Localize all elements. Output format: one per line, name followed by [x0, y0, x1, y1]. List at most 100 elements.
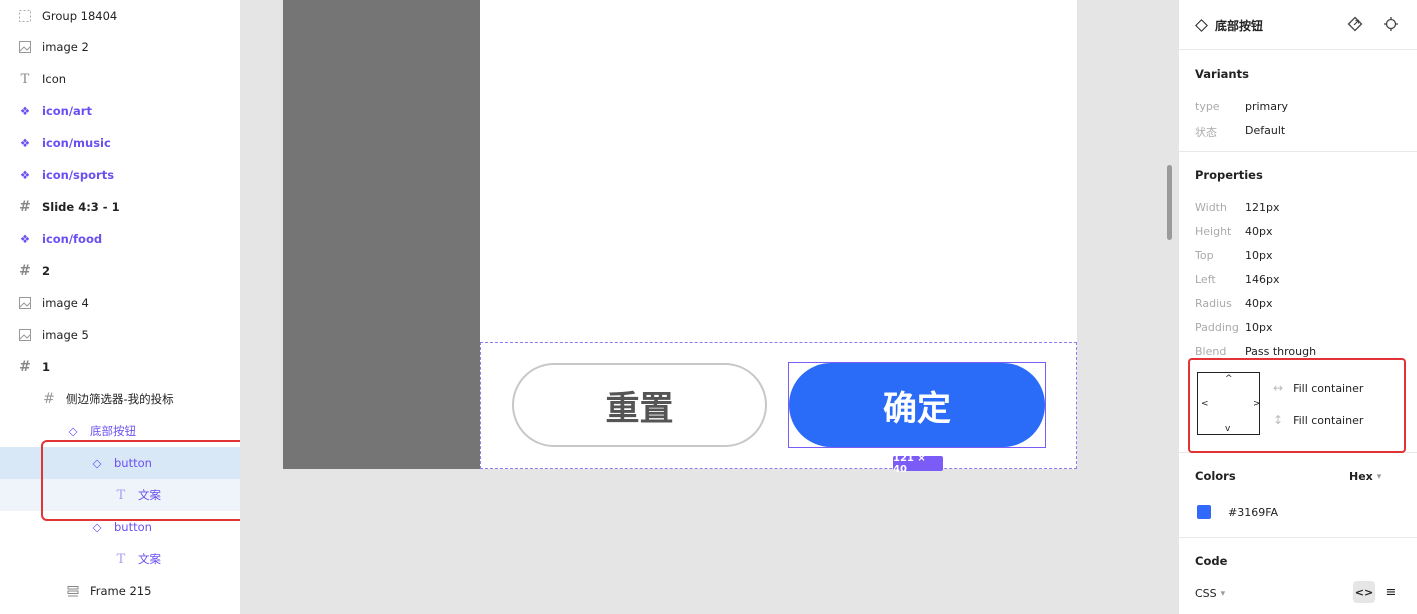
- go-to-main-component-icon[interactable]: [1347, 16, 1363, 32]
- property-key: Padding: [1195, 321, 1239, 334]
- layer-frame-215[interactable]: Frame 215: [0, 575, 240, 607]
- layer-slide[interactable]: # Slide 4:3 - 1: [0, 191, 240, 223]
- layer-label: icon/art: [42, 104, 92, 118]
- layout-highlight-annotation: [1188, 358, 1406, 453]
- layer-label: button: [114, 520, 152, 534]
- property-row: Padding 10px: [1195, 321, 1405, 334]
- divider: [1179, 151, 1417, 152]
- auto-layout-icon: [66, 584, 80, 598]
- layer-icon-music[interactable]: ❖ icon/music: [0, 127, 240, 159]
- property-row: Left 146px: [1195, 273, 1405, 286]
- property-row: Width 121px: [1195, 201, 1405, 214]
- property-row: Blend Pass through: [1195, 345, 1405, 358]
- chevron-down-icon: ▾: [1220, 588, 1226, 599]
- frame-icon: #: [19, 359, 31, 375]
- layer-label: 2: [42, 264, 51, 278]
- layer-label: Frame 215: [90, 584, 152, 598]
- code-title: Code: [1195, 554, 1228, 568]
- layer-button-selected[interactable]: ◇ button: [0, 447, 240, 479]
- variant-value: primary: [1245, 100, 1289, 113]
- text-icon: T: [116, 487, 126, 503]
- vertical-scrollbar[interactable]: [1167, 165, 1172, 240]
- layer-icon-text[interactable]: T Icon: [0, 63, 240, 95]
- image-icon: [18, 296, 32, 310]
- layer-image-5[interactable]: image 5: [0, 319, 240, 351]
- layer-label: image 4: [42, 296, 89, 310]
- property-value: 40px: [1245, 225, 1273, 238]
- layer-icon-sports[interactable]: ❖ icon/sports: [0, 159, 240, 191]
- size-badge: 121 × 40: [893, 453, 943, 475]
- component-icon: ❖: [19, 104, 31, 118]
- layer-button[interactable]: ◇ button: [0, 511, 240, 543]
- property-value: 40px: [1245, 297, 1273, 310]
- variant-row[interactable]: type primary: [1195, 100, 1405, 113]
- canvas-dark-panel: [283, 0, 480, 469]
- layer-frame-2[interactable]: # 2: [0, 255, 240, 287]
- component-icon: ❖: [19, 136, 31, 150]
- color-format-select[interactable]: Hex ▾: [1349, 470, 1381, 483]
- variant-value: Default: [1245, 124, 1286, 137]
- layer-label: 侧边筛选器-我的投标: [66, 392, 174, 406]
- property-key: Top: [1195, 249, 1214, 262]
- layer-label: image 5: [42, 328, 89, 342]
- property-key: Height: [1195, 225, 1232, 238]
- layer-label: Icon: [42, 72, 67, 86]
- image-icon: [18, 40, 32, 54]
- property-key: Radius: [1195, 297, 1232, 310]
- frame-icon: #: [43, 391, 55, 407]
- property-row: Radius 40px: [1195, 297, 1405, 310]
- component-icon: ❖: [19, 168, 31, 182]
- property-value: 121px: [1245, 201, 1280, 214]
- inspector-panel: 底部按钮 Variants type primary 状态 Default Pr…: [1178, 0, 1417, 614]
- layer-label: 文案: [138, 552, 161, 566]
- layer-frame-1[interactable]: # 1: [0, 351, 240, 383]
- layer-label: Group 18404: [42, 9, 118, 23]
- layer-label: Slide 4:3 - 1: [42, 200, 120, 214]
- variant-key: 状态: [1195, 126, 1217, 139]
- inspect-target-icon[interactable]: [1383, 16, 1399, 32]
- layer-side-filter[interactable]: # 侧边筛选器-我的投标: [0, 383, 240, 415]
- property-key: Width: [1195, 201, 1227, 214]
- layer-label: icon/food: [42, 232, 103, 246]
- variants-title: Variants: [1195, 67, 1249, 81]
- property-value: 10px: [1245, 321, 1273, 334]
- color-hex-value[interactable]: #3169FA: [1228, 506, 1278, 519]
- component-icon: ❖: [19, 232, 31, 246]
- design-canvas[interactable]: 重置 确定 121 × 40: [240, 0, 1178, 614]
- reset-button[interactable]: 重置: [512, 363, 767, 447]
- property-value: 10px: [1245, 249, 1273, 262]
- layer-label: icon/music: [42, 136, 111, 150]
- text-icon: T: [116, 551, 126, 567]
- layer-image-4[interactable]: image 4: [0, 287, 240, 319]
- property-value: 146px: [1245, 273, 1280, 286]
- variant-key: type: [1195, 100, 1220, 113]
- property-row: Top 10px: [1195, 249, 1405, 262]
- code-view-icon[interactable]: <>: [1353, 581, 1375, 603]
- divider: [1179, 537, 1417, 538]
- layer-icon-food[interactable]: ❖ icon/food: [0, 223, 240, 255]
- property-row: Height 40px: [1195, 225, 1405, 238]
- property-key: Blend: [1195, 345, 1227, 358]
- divider: [1179, 49, 1417, 50]
- layer-icon-art[interactable]: ❖ icon/art: [0, 95, 240, 127]
- list-view-icon[interactable]: ≡: [1381, 581, 1401, 603]
- property-key: Left: [1195, 273, 1216, 286]
- variant-row[interactable]: 状态 Default: [1195, 124, 1405, 140]
- properties-title: Properties: [1195, 168, 1263, 182]
- selection-outline: [788, 362, 1046, 448]
- layer-label: button: [114, 456, 152, 470]
- layer-label: image 2: [42, 40, 89, 54]
- instance-icon: ◇: [92, 456, 102, 470]
- color-swatch[interactable]: [1197, 505, 1211, 519]
- layer-bottom-buttons[interactable]: ◇ 底部按钮: [0, 415, 240, 447]
- layer-group-18404[interactable]: Group 18404: [0, 0, 240, 32]
- layer-label: 底部按钮: [90, 424, 136, 438]
- code-language-select[interactable]: CSS ▾: [1195, 587, 1225, 600]
- text-icon: T: [20, 71, 30, 87]
- color-format-value: Hex: [1349, 470, 1373, 483]
- instance-icon: [1195, 19, 1208, 32]
- layer-text[interactable]: T 文案: [0, 543, 240, 575]
- layer-image-2[interactable]: image 2: [0, 31, 240, 63]
- layer-text-selected[interactable]: T 文案: [0, 479, 240, 511]
- instance-icon: ◇: [92, 520, 102, 534]
